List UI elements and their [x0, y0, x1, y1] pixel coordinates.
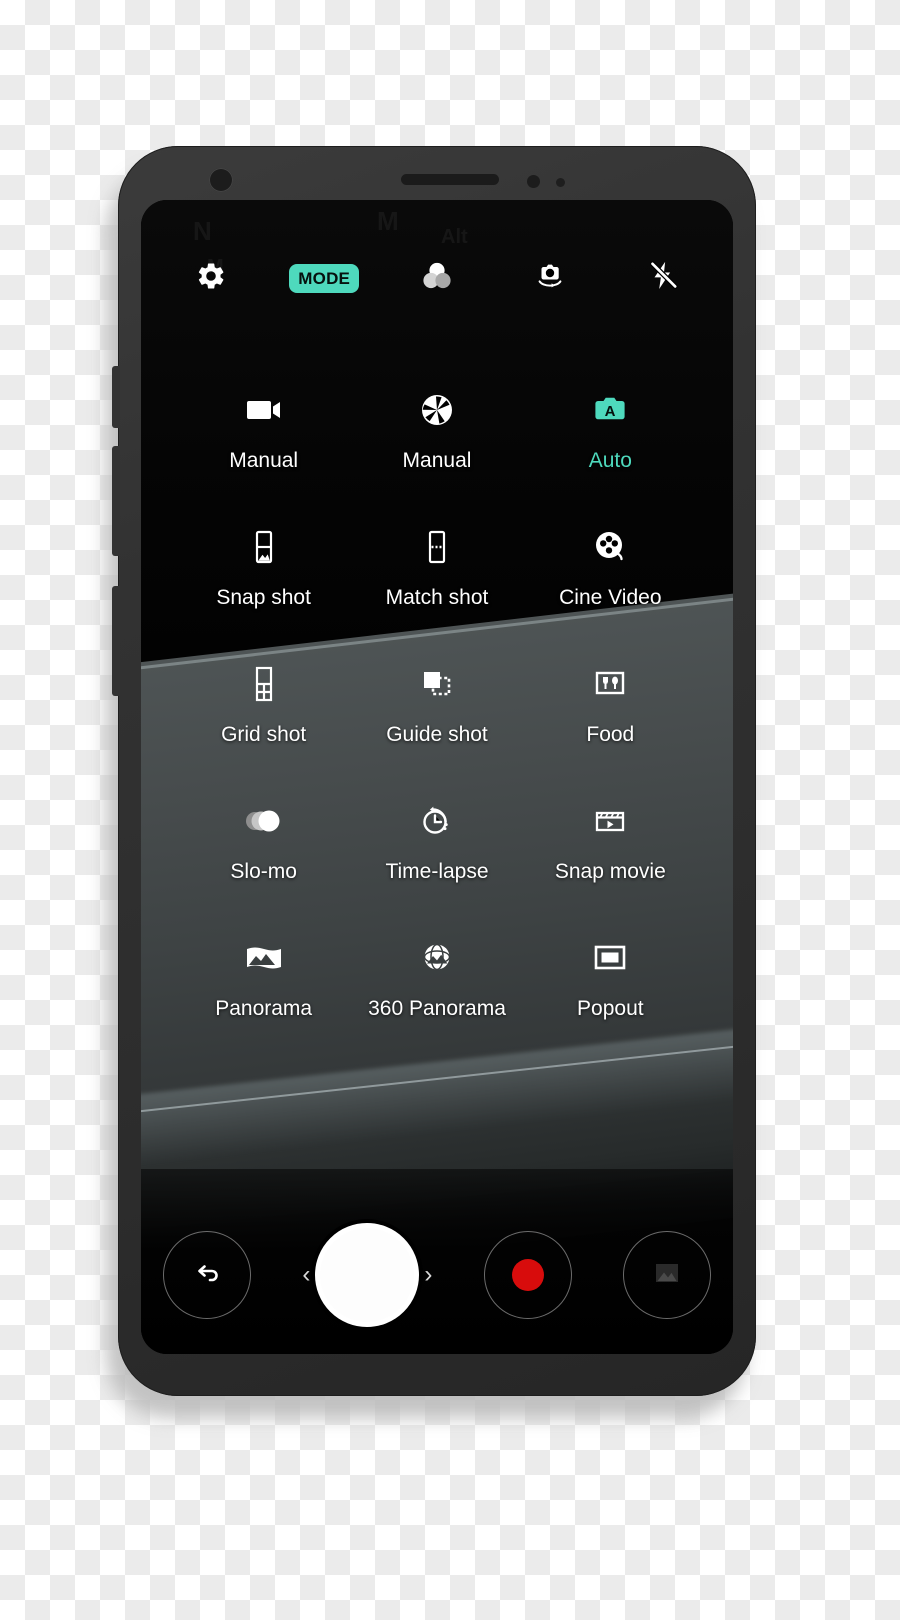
camera-switch-icon	[531, 257, 569, 300]
mode-cell-slo-mo[interactable]: Slo-mo	[177, 793, 350, 882]
previous-mode-chevron-left-icon[interactable]: ‹	[302, 1263, 310, 1287]
mode-button[interactable]: MODE	[289, 252, 360, 304]
camera-mode-grid: Manual Manual A Auto Snap shot Match sho…	[141, 382, 733, 1019]
mode-cell-snap-movie[interactable]: Snap movie	[524, 793, 697, 882]
camera-toolbar: MODE	[141, 246, 733, 310]
phone-screen: N M Alt MODE Manual Manual A Auto Snap s…	[141, 200, 733, 1354]
mode-cell-time-lapse[interactable]: Time-lapse	[350, 793, 523, 882]
mode-cell-guide-shot[interactable]: Guide shot	[350, 656, 523, 745]
gallery-thumbnail-icon	[648, 1254, 686, 1297]
switch-camera-button[interactable]	[520, 252, 580, 304]
gear-icon	[195, 260, 227, 297]
mode-cell-grid-shot[interactable]: Grid shot	[177, 656, 350, 745]
clapperboard-icon	[587, 793, 633, 849]
next-mode-chevron-right-icon[interactable]: ›	[424, 1263, 432, 1287]
mode-label: Snap movie	[554, 860, 666, 883]
mode-label: 360 Panorama	[368, 997, 506, 1020]
gallery-button[interactable]	[622, 1231, 711, 1319]
volume-down-button[interactable]	[112, 586, 120, 696]
proximity-sensor-icon	[527, 175, 540, 188]
food-icon	[587, 656, 633, 712]
record-dot-icon	[511, 1259, 544, 1291]
mode-label: Manual	[229, 449, 299, 472]
mode-label: Panorama	[215, 997, 313, 1020]
mode-cell-panorama[interactable]: Panorama	[177, 930, 350, 1019]
screenshot-canvas: N M Alt MODE Manual Manual A Auto Snap s…	[0, 0, 900, 1620]
mode-label: Food	[586, 723, 635, 746]
mode-label: Grid shot	[221, 723, 307, 746]
mode-cell-snap-shot[interactable]: Snap shot	[177, 519, 350, 608]
mode-label: Guide shot	[386, 723, 488, 746]
mode-cell-auto[interactable]: A Auto	[524, 382, 697, 471]
earpiece-speaker-icon	[401, 174, 499, 185]
match-shot-icon	[415, 519, 459, 575]
back-arrow-icon	[189, 1255, 225, 1296]
mode-label: Cine Video	[559, 586, 662, 609]
mode-label: Snap shot	[216, 586, 311, 609]
shutter-button[interactable]	[315, 1223, 420, 1327]
aperture-icon	[415, 382, 459, 438]
back-button[interactable]	[163, 1231, 251, 1319]
phone-device: N M Alt MODE Manual Manual A Auto Snap s…	[112, 146, 756, 1396]
camera-controls-bar: ‹ ›	[141, 1196, 733, 1354]
power-button[interactable]	[112, 366, 120, 428]
slow-motion-icon	[239, 793, 289, 849]
mode-badge-label: MODE	[289, 263, 360, 293]
color-filter-button[interactable]	[407, 252, 467, 304]
auto-camera-icon: A	[587, 382, 633, 438]
keycap-glyph: N	[193, 216, 212, 246]
mode-label: Manual	[402, 449, 472, 472]
ambient-light-sensor-icon	[556, 178, 565, 187]
mode-label: Auto	[588, 449, 632, 472]
mode-label: Slo-mo	[230, 860, 297, 883]
mode-label: Popout	[577, 997, 644, 1020]
panorama-icon	[240, 930, 288, 986]
flash-button[interactable]	[633, 252, 693, 304]
mode-cell-food[interactable]: Food	[524, 656, 697, 745]
mode-cell-popout[interactable]: Popout	[524, 930, 697, 1019]
mode-cell-match-shot[interactable]: Match shot	[350, 519, 523, 608]
color-filter-icon	[419, 258, 455, 299]
panorama-360-icon	[414, 930, 460, 986]
volume-up-button[interactable]	[112, 446, 120, 556]
mode-label: Time-lapse	[385, 860, 489, 883]
flash-off-icon	[646, 259, 680, 298]
shutter-cluster: ‹ ›	[302, 1223, 432, 1327]
record-button[interactable]	[483, 1231, 572, 1319]
video-camera-icon	[241, 382, 287, 438]
mode-cell-360-panorama[interactable]: 360 Panorama	[350, 930, 523, 1019]
grid-shot-icon	[242, 656, 286, 712]
popout-icon	[587, 930, 633, 986]
time-lapse-icon	[414, 793, 460, 849]
mode-label: Match shot	[385, 586, 489, 609]
snap-shot-icon	[242, 519, 286, 575]
settings-button[interactable]	[181, 252, 241, 304]
mode-cell-cine-video[interactable]: Cine Video	[524, 519, 697, 608]
film-reel-icon	[587, 519, 633, 575]
mode-cell-manual-video[interactable]: Manual	[177, 382, 350, 471]
svg-text:A: A	[605, 403, 616, 420]
front-camera-lens-icon	[209, 168, 233, 192]
mode-cell-manual-photo[interactable]: Manual	[350, 382, 523, 471]
top-bezel	[118, 146, 756, 202]
guide-shot-icon	[414, 656, 460, 712]
keycap-glyph: M	[377, 206, 399, 236]
